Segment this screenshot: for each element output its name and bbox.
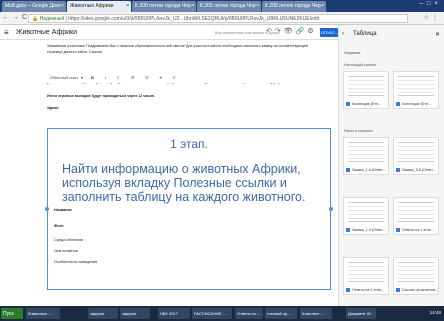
luck-text: Удачи! — [47, 106, 59, 110]
resize-handle[interactable] — [45, 207, 49, 211]
field-behavior: Особенности поведения — [54, 260, 98, 264]
close-icon[interactable]: × — [191, 3, 194, 9]
task-text: Найти информацию о животных Африки, испо… — [62, 162, 306, 204]
tab-label: Мой диск – Google Диск — [5, 3, 61, 9]
italic-button[interactable]: I — [105, 75, 106, 80]
align-icon[interactable]: ≡ — [117, 75, 119, 80]
sheet-icon — [346, 288, 350, 292]
close-icon[interactable]: × — [126, 3, 129, 9]
field-photo: Фото — [54, 224, 64, 228]
sheet-thumbnail[interactable]: Ответы на 1 этап... — [343, 257, 389, 295]
close-icon[interactable]: × — [321, 3, 324, 9]
taskbar-item[interactable]: Животные ... — [26, 308, 60, 319]
numbered-list-icon[interactable]: ☷ — [145, 75, 149, 80]
browser-tab-active[interactable]: Животные Африки × — [67, 1, 131, 12]
taskbar-item[interactable]: Документ W... — [346, 308, 376, 319]
intro-text: Уважаемые участники! Поздравляем Вас с н… — [47, 44, 308, 48]
url-text: https://sites.google.com/u/0/d/0B9U0PL/k… — [68, 16, 320, 22]
tab-label: К 200 летию города Чер — [265, 3, 321, 9]
table-sidebar: ‹ Таблица ✕ Недавние Настоящий каталог К… — [338, 25, 444, 306]
section-earlier: Ранее в каталоге — [344, 129, 373, 133]
taskbar-item[interactable]: Ответы по ... — [235, 308, 263, 319]
star-icon[interactable]: ☆⋮ — [424, 14, 441, 21]
bold-button[interactable]: B — [91, 75, 94, 80]
browser-tab-bar: Мой диск – Google Диск × Животные Африки ×… — [0, 0, 444, 12]
taskbar-item[interactable]: заручки — [88, 308, 118, 319]
system-clock: 14:46 — [429, 310, 441, 315]
section-recent: Недавние — [344, 51, 361, 55]
browser-tab[interactable]: К 200 летию города Чер × — [197, 1, 261, 12]
os-taskbar: Пуск Животные ... заручки заручки НВУ 20… — [0, 306, 444, 321]
taskbar-item[interactable]: Комплект ... — [300, 308, 332, 319]
taskbar-item[interactable]: НВУ 2017 — [158, 308, 190, 319]
tab-label: К 200 летию города Чер — [200, 3, 256, 9]
clear-format-icon[interactable]: Ꞓ — [173, 75, 175, 81]
browser-tab[interactable]: Мой диск – Google Диск × — [2, 1, 66, 12]
sheet-icon — [346, 228, 350, 232]
sheet-thumbnail[interactable]: Коллекция (Ете... — [393, 71, 439, 109]
sheet-icon — [346, 102, 350, 106]
field-diet: Чем питается — [54, 249, 78, 253]
sheet-thumbnail[interactable]: Заявка_5-8 (Ответ... — [393, 137, 439, 175]
close-icon[interactable]: ✕ — [435, 31, 440, 38]
publish-button[interactable]: ОПУБЛ... — [320, 28, 338, 37]
results-text: Итоги игровых выходов будут проводиться … — [47, 94, 155, 98]
back-arrow-icon[interactable]: ‹ — [342, 31, 344, 37]
site-title: Животные Африки — [16, 29, 77, 36]
close-icon[interactable]: × — [61, 3, 64, 9]
taskbar-item[interactable]: готовый пр... — [265, 308, 297, 319]
text-box-editor[interactable]: 1 этап. Найти информацию о животных Афри… — [47, 128, 331, 290]
bulleted-list-icon[interactable]: ☰ — [131, 75, 135, 80]
sheet-icon — [346, 168, 350, 172]
tab-label: Животные Африки — [70, 3, 114, 9]
text-format-toolbar: Обычный текст ▾ B I ≡ ☰ ☷ ⚭ Ꞓ — [47, 73, 333, 83]
sidebar-title: Таблица — [353, 31, 377, 37]
sheet-icon — [396, 288, 400, 292]
lock-icon: 🔒 — [32, 16, 40, 22]
resize-handle[interactable] — [329, 207, 333, 211]
tab-label: К 200 летию города Чер — [135, 3, 191, 9]
taskbar-item[interactable]: заручки — [120, 308, 150, 319]
stage-heading: 1 этап. — [170, 137, 208, 151]
sheet-thumbnail[interactable]: Коллекция (Ете... — [343, 71, 389, 109]
intro-text-link[interactable]: странице данного сайта. Ссылка — [47, 50, 102, 54]
section-current: Настоящий каталог — [344, 63, 377, 67]
address-bar: ←→C 🔒 Надежный | https://sites.google.co… — [0, 12, 444, 25]
close-icon[interactable]: × — [256, 3, 259, 9]
taskbar-item[interactable]: РАСПИСАНИЕ ... — [192, 308, 232, 319]
sites-header: ≡ Животные Африки Все изменения сохранен… — [0, 25, 338, 40]
chevron-down-icon[interactable]: ▾ — [81, 75, 83, 80]
window-controls[interactable]: –□× — [420, 1, 442, 7]
url-field[interactable]: 🔒 Надежный | https://sites.google.com/u/… — [28, 14, 408, 23]
link-icon[interactable]: ⚭ — [159, 75, 162, 80]
sheet-thumbnail[interactable]: Ссылки на каталоги... — [393, 257, 439, 295]
menu-icon[interactable]: ≡ — [4, 28, 9, 37]
sheet-thumbnail[interactable]: Ответы на 1 этап... — [393, 197, 439, 235]
paragraph-style-dropdown[interactable]: Обычный текст — [50, 75, 78, 80]
field-habitat: Среда обитания — [54, 238, 83, 242]
sheet-icon — [396, 102, 400, 106]
toolbar-icons[interactable]: ↶↷👁🔗⚙⋮ — [266, 27, 327, 35]
secure-label: Надежный — [39, 16, 65, 22]
sheet-thumbnail[interactable]: Заявка_1-4 (Ответ... — [343, 197, 389, 235]
start-button[interactable]: Пуск — [1, 308, 23, 319]
sheet-thumbnail[interactable]: Заявка_1-4 (Ответ... — [343, 137, 389, 175]
sheet-icon — [396, 228, 400, 232]
browser-tab[interactable]: К 200 летию города Чер × — [262, 1, 326, 12]
nav-buttons[interactable]: ←→C — [2, 14, 30, 21]
sheet-icon — [396, 168, 400, 172]
field-name: Название — [54, 208, 72, 212]
browser-tab[interactable]: К 200 летию города Чер × — [132, 1, 196, 12]
